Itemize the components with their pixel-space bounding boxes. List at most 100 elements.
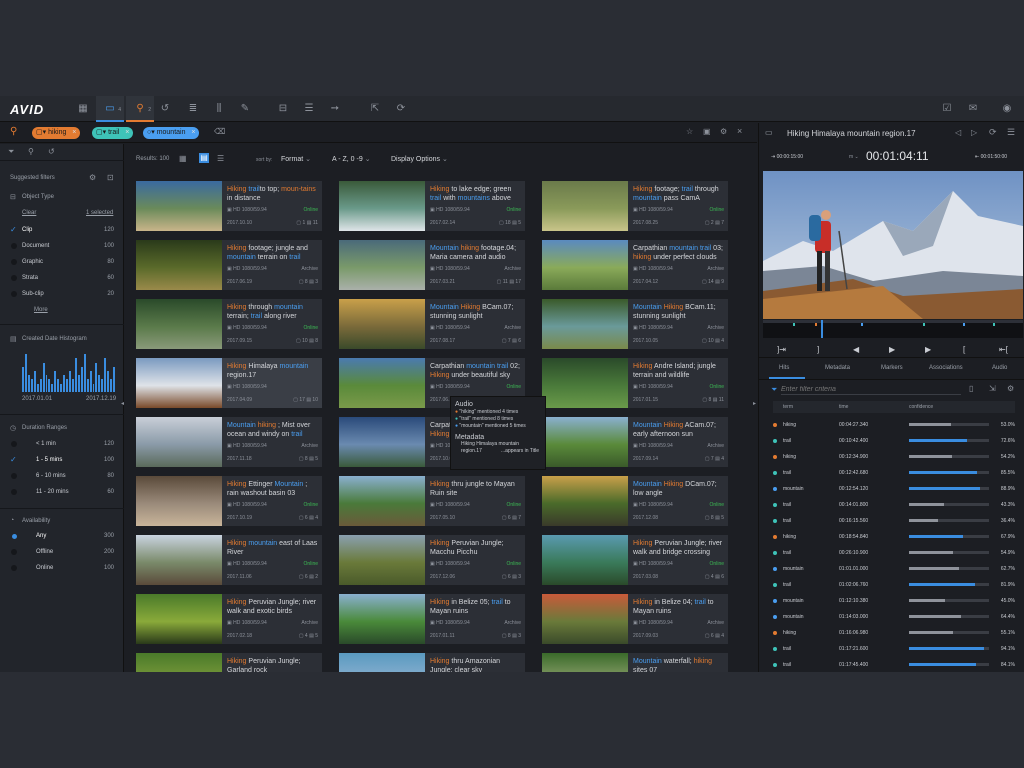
clip-thumbnail[interactable] (542, 476, 628, 526)
search-filter-icon[interactable]: ⚲ (28, 147, 34, 156)
table-row[interactable]: hiking 00:12:34.900 54.2% (773, 449, 1015, 465)
tab-markers[interactable]: Markers (881, 365, 903, 371)
histogram-bar[interactable] (24, 354, 27, 392)
histogram-bar[interactable] (51, 383, 54, 392)
collapse-left-icon[interactable]: ◂ (121, 400, 124, 407)
clip-thumbnail[interactable] (136, 181, 222, 231)
list-icon[interactable]: ≣ (186, 102, 200, 116)
clip-thumbnail[interactable] (339, 476, 425, 526)
clear-link[interactable]: Clear (22, 210, 36, 216)
filter-item-subclip[interactable]: Sub-clip 20 (11, 287, 118, 301)
history-icon[interactable]: ↺ (158, 102, 172, 116)
gear-icon[interactable]: ⚙ (720, 127, 727, 136)
playhead[interactable] (821, 320, 823, 338)
clip-thumbnail[interactable] (542, 358, 628, 408)
hit-marker[interactable] (793, 323, 795, 326)
sequence-icon[interactable]: ⊟ (276, 102, 290, 116)
search-chip-hiking[interactable]: ▢▾ hiking × (32, 127, 81, 139)
card-title[interactable]: Hiking trailto top; moun-tains in distan… (227, 185, 319, 205)
histogram-bar[interactable] (110, 379, 113, 392)
play-icon[interactable]: ▶ (889, 345, 895, 354)
filter-item-document[interactable]: Document 100 (11, 239, 118, 253)
clip-thumbnail[interactable] (339, 358, 425, 408)
gear-icon[interactable]: ⚙ (1007, 384, 1014, 393)
video-preview[interactable] (763, 171, 1023, 319)
clip-thumbnail[interactable] (542, 240, 628, 290)
duration-item-11-20[interactable]: 11 - 20 mins 60 (11, 485, 118, 499)
card-title[interactable]: Carpathian mountain trail 03; hiking und… (633, 244, 725, 264)
lock-icon[interactable]: ⊡ (107, 173, 114, 182)
card-title[interactable]: Hiking thru Amazonian Jungle; clear sky (430, 657, 522, 672)
histogram-bar[interactable] (27, 375, 30, 392)
go-to-in-icon[interactable]: ] (817, 345, 819, 354)
hit-marker[interactable] (923, 323, 925, 326)
card-title[interactable]: Mountain hiking ; Mist over ocean and wi… (227, 421, 319, 441)
histogram-bar[interactable] (80, 366, 83, 392)
table-row[interactable]: trail 01:17:21.600 94.1% (773, 641, 1015, 657)
prev-icon[interactable]: ◁ (955, 128, 961, 137)
histogram-bar[interactable] (36, 383, 39, 392)
clip-thumbnail[interactable] (136, 240, 222, 290)
timecode-mode-dropdown[interactable]: m ⌄ (849, 154, 859, 160)
close-icon[interactable]: × (737, 126, 742, 136)
result-card[interactable]: Hiking to lake edge; green trail with mo… (339, 181, 525, 231)
star-icon[interactable]: ☆ (686, 127, 693, 136)
card-title[interactable]: Mountain waterfall; hiking sites 07 (633, 657, 725, 672)
card-title[interactable]: Hiking Peruvian Jungle; Macchu Picchu (430, 539, 522, 559)
result-card[interactable]: Mountain waterfall; hiking sites 07 (542, 653, 728, 672)
availability-item-offline[interactable]: Offline 200 (11, 545, 118, 559)
clip-thumbnail[interactable] (339, 594, 425, 644)
card-title[interactable]: Hiking in Belize 04; trail to Mayan ruin… (633, 598, 725, 618)
clip-thumbnail[interactable] (339, 181, 425, 231)
result-card[interactable]: Hiking through mountain terrain; trail a… (136, 299, 322, 349)
card-title[interactable]: Carpathian mountain trail 02; Hiking und… (430, 362, 522, 382)
export-icon[interactable]: ⇲ (989, 384, 996, 393)
close-icon[interactable]: × (191, 127, 195, 139)
save-icon[interactable]: ▣ (703, 127, 711, 136)
clip-thumbnail[interactable] (136, 653, 222, 672)
column-term[interactable]: term (783, 404, 793, 410)
card-title[interactable]: Mountain Hiking DCam.07; low angle (633, 480, 725, 500)
result-card[interactable]: Hiking Peruvian Jungle; Garland rock (136, 653, 322, 672)
menu-icon[interactable]: ☰ (1007, 127, 1015, 138)
histogram-bar[interactable] (48, 379, 51, 392)
result-card[interactable]: Hiking thru jungle to Mayan Ruin site ▣ H… (339, 476, 525, 526)
histogram-bar[interactable] (89, 371, 92, 392)
result-card[interactable]: Mountain Hiking ACam.07; early afternoon… (542, 417, 728, 467)
histogram-bar[interactable] (74, 358, 77, 392)
card-title[interactable]: Hiking Himalaya mountain region.17 (227, 362, 319, 382)
card-title[interactable]: Hiking footage; jungle and mountain terr… (227, 244, 319, 264)
table-row[interactable]: trail 00:26:10.900 54.9% (773, 545, 1015, 561)
result-card[interactable]: Mountain Hiking DCam.07; low angle ▣ HD 1… (542, 476, 728, 526)
histogram-bar[interactable] (98, 375, 101, 392)
clip-thumbnail[interactable] (339, 417, 425, 467)
histogram-bar[interactable] (104, 358, 107, 392)
clip-thumbnail[interactable] (136, 358, 222, 408)
result-card[interactable]: Hiking thru Amazonian Jungle; clear sky (339, 653, 525, 672)
clip-thumbnail[interactable] (136, 417, 222, 467)
filter-item-clip[interactable]: ✓ Clip 120 (10, 223, 118, 237)
result-card[interactable]: Hiking Peruvian Jungle; Macchu Picchu ▣ H… (339, 535, 525, 585)
card-title[interactable]: Hiking in Belize 05; trail to Mayan ruin… (430, 598, 522, 618)
hit-marker[interactable] (993, 323, 995, 326)
search-chip-mountain[interactable]: ○▾ mountain × (143, 127, 200, 139)
tab-metadata[interactable]: Metadata (825, 365, 850, 371)
availability-item-online[interactable]: Online 100 (11, 561, 118, 575)
mark-in-icon[interactable]: ]⇥ (777, 345, 786, 354)
card-title[interactable]: Mountain Hiking BCam.07; stunning sunlig… (430, 303, 522, 323)
filter-item-graphic[interactable]: Graphic 80 (11, 255, 118, 269)
result-card[interactable]: Mountain Hiking BCam.11; stunning sunlig… (542, 299, 728, 349)
histogram-bar[interactable] (66, 379, 68, 392)
histogram-bar[interactable] (83, 354, 86, 392)
next-icon[interactable]: ▷ (971, 128, 977, 137)
card-title[interactable]: Hiking Andre Island; jungle terrain and … (633, 362, 725, 382)
mark-out-icon[interactable]: ⇤[ (999, 345, 1008, 354)
card-title[interactable]: Hiking Peruvian Jungle; Garland rock (227, 657, 319, 672)
histogram-bar[interactable] (60, 383, 63, 392)
timeline-icon[interactable]: ☰ (302, 102, 316, 116)
table-row[interactable]: mountain 01:12:10.380 45.0% (773, 593, 1015, 609)
user-icon[interactable]: ◉ (1000, 102, 1014, 116)
table-row[interactable]: trail 01:02:06.760 81.9% (773, 577, 1015, 593)
clip-thumbnail[interactable] (339, 653, 425, 672)
histogram-bar[interactable] (101, 379, 104, 392)
